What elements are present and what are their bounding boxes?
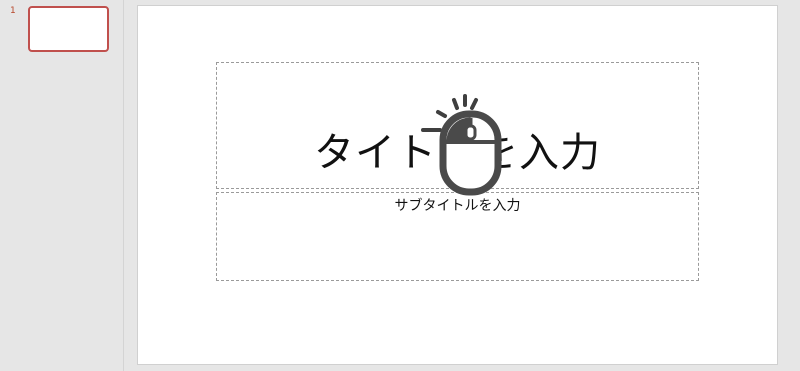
mouse-click-icon	[421, 94, 502, 196]
subtitle-placeholder[interactable]: サブタイトルを入力	[216, 192, 699, 281]
slide-number: 1	[10, 6, 16, 16]
slide-thumbnail-pane: 1	[0, 0, 124, 371]
subtitle-placeholder-text: サブタイトルを入力	[394, 198, 521, 214]
slide-thumbnail[interactable]	[28, 6, 109, 52]
